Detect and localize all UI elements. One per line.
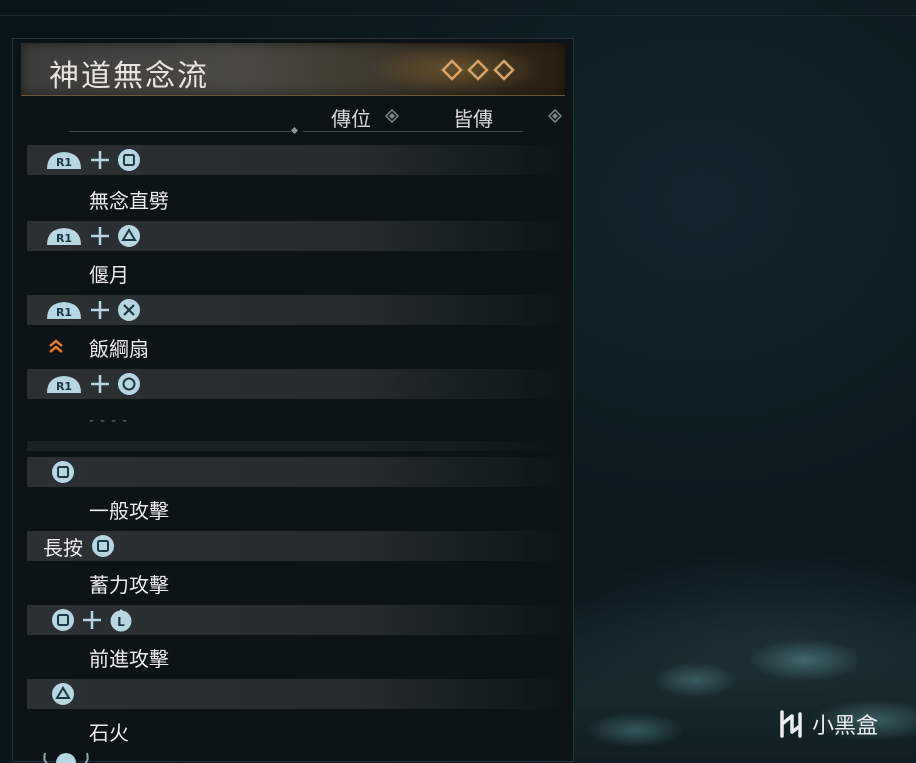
move-row[interactable]: ----	[27, 399, 573, 443]
move-input-row: R1	[27, 295, 573, 325]
diamond-icon	[467, 59, 489, 81]
move-row[interactable]: 石火	[27, 709, 573, 753]
button-combo: R1	[45, 224, 141, 248]
plus-icon	[91, 227, 109, 245]
move-name: 一般攻擊	[89, 498, 169, 523]
rank-label-denii[interactable]: 傳位	[331, 103, 371, 132]
plus-icon	[91, 301, 109, 319]
svg-text:R1: R1	[56, 380, 72, 393]
move-name: 飯綱扇	[89, 336, 149, 361]
next-row-button-icon	[43, 752, 89, 763]
diamond-icon	[493, 59, 515, 81]
svg-text:R1: R1	[56, 232, 72, 245]
style-title: 神道無念流	[49, 59, 209, 94]
button-combo: 長按	[43, 532, 115, 561]
move-input-row: R1	[27, 145, 573, 175]
rank-diamonds	[441, 59, 515, 81]
svg-text:R1: R1	[56, 156, 72, 169]
move-row[interactable]: 前進攻擊	[27, 635, 573, 679]
move-row[interactable]: 無念直劈	[27, 177, 573, 221]
button-combo: R1	[45, 148, 141, 172]
svg-text:R1: R1	[56, 306, 72, 319]
plus-icon	[91, 375, 109, 393]
section-divider	[27, 441, 573, 451]
button-combo	[51, 460, 75, 484]
move-input-row	[27, 679, 573, 709]
small-diamond-icon	[548, 109, 562, 123]
button-combo: R1	[45, 298, 141, 322]
r1-button-icon: R1	[47, 228, 81, 245]
move-row[interactable]: 飯綱扇	[27, 325, 573, 369]
move-name: 蓄力攻擊	[89, 572, 169, 597]
square-button-icon	[92, 535, 114, 557]
move-name: 石火	[89, 720, 129, 745]
move-input-row: 長按	[27, 531, 573, 561]
r1-button-icon: R1	[47, 302, 81, 319]
svg-text:L: L	[117, 615, 125, 629]
watermark: 小黑盒	[776, 708, 878, 740]
rank-track-left	[69, 131, 291, 132]
move-input-row: R1	[27, 221, 573, 251]
square-button-icon	[52, 609, 74, 631]
upgrade-chevron-icon	[49, 339, 63, 353]
watermark-text: 小黑盒	[812, 714, 879, 739]
plus-icon	[91, 151, 109, 169]
move-row[interactable]: 一般攻擊	[27, 487, 573, 531]
move-name-empty: ----	[89, 413, 134, 429]
move-input-row	[27, 457, 573, 487]
r1-button-icon: R1	[47, 152, 81, 169]
button-combo: L	[51, 608, 133, 632]
move-name: 前進攻擊	[89, 646, 169, 671]
diamond-icon	[441, 59, 463, 81]
left-stick-up-icon: L	[110, 609, 132, 632]
move-input-row: R1	[27, 369, 573, 399]
move-name: 偃月	[89, 262, 129, 287]
r1-button-icon: R1	[47, 376, 81, 393]
move-row[interactable]: 蓄力攻擊	[27, 561, 573, 605]
move-input-row: L	[27, 605, 573, 635]
heybox-logo-icon	[780, 710, 802, 738]
button-combo: R1	[45, 372, 141, 396]
plus-icon	[83, 611, 101, 629]
rank-label-kaiden[interactable]: 皆傳	[453, 103, 493, 132]
triangle-button-icon	[52, 683, 74, 705]
cross-button-icon	[118, 299, 140, 321]
circle-button-icon	[118, 373, 140, 395]
style-header: 神道無念流	[21, 43, 565, 96]
rank-track-right	[303, 131, 523, 132]
square-button-icon	[52, 461, 74, 483]
button-combo	[51, 682, 75, 706]
hold-label: 長按	[43, 535, 83, 560]
skill-list-panel: 神道無念流 傳位 皆傳 R1 無念直劈 R1 偃月 R1 飯綱扇 R1 ----…	[12, 38, 574, 763]
small-diamond-icon	[385, 109, 399, 123]
top-divider	[0, 15, 916, 16]
move-name: 無念直劈	[89, 188, 169, 213]
square-button-icon	[118, 149, 140, 171]
move-row[interactable]: 偃月	[27, 251, 573, 295]
triangle-button-icon	[118, 225, 140, 247]
